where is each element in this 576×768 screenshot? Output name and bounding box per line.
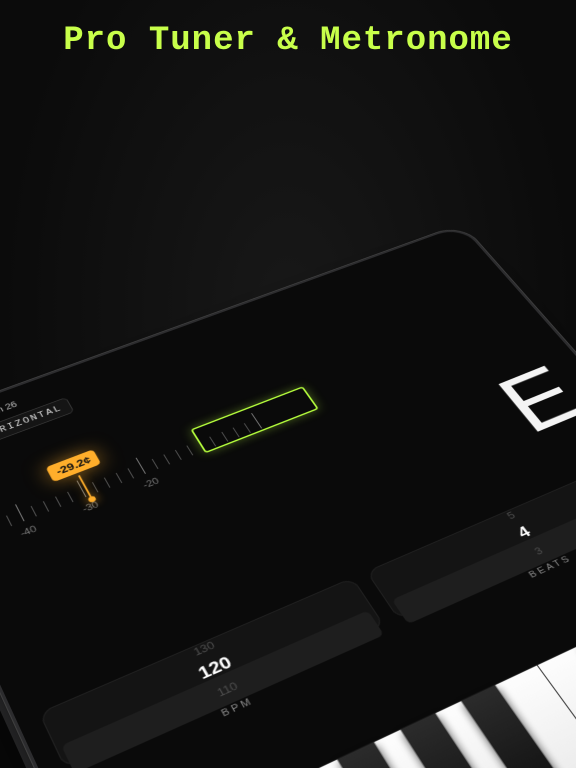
tuner-tick xyxy=(175,450,182,460)
tuner-target-zone xyxy=(191,386,319,453)
tuner-tick xyxy=(116,473,123,483)
tuner-cents-value: -29.2¢ xyxy=(46,449,101,482)
piano-white-key[interactable] xyxy=(478,665,576,768)
tuner-tick xyxy=(151,459,158,469)
piano-black-key[interactable]: A♭ xyxy=(400,713,521,768)
tuner-tick xyxy=(186,445,193,455)
bpm-option-above: 130 xyxy=(191,639,217,659)
tuner-indicator: -29.2¢ xyxy=(46,449,118,511)
beats-option-selected: 4 xyxy=(514,523,535,542)
tuner-tick xyxy=(163,454,170,464)
bpm-label: BPM xyxy=(69,633,396,768)
tuner-tick xyxy=(43,501,49,512)
piano-white-key[interactable] xyxy=(292,751,500,768)
bpm-picker[interactable]: 130 120 110 xyxy=(39,577,385,768)
piano-white-key[interactable] xyxy=(356,722,567,768)
bpm-option-below: 110 xyxy=(214,679,240,699)
beats-option-above: 5 xyxy=(504,509,517,521)
bpm-option-selected: 120 xyxy=(195,653,235,684)
tuner-tick xyxy=(31,506,37,517)
piano-black-key[interactable]: B♭ xyxy=(461,685,576,768)
piano-black-key[interactable]: G♭ xyxy=(338,742,458,768)
tuner-ruler[interactable]: -50-40-30-20-29.2¢ xyxy=(0,298,536,558)
tuner-tick xyxy=(136,458,146,474)
piano-white-key[interactable] xyxy=(418,693,576,768)
tuner-tick-label: -40 xyxy=(18,524,38,539)
piano-white-key[interactable] xyxy=(537,638,576,768)
page-title: Pro Tuner & Metronome xyxy=(0,22,576,60)
beats-picker[interactable]: 5 4 3 xyxy=(366,453,576,620)
tuner-tick xyxy=(55,496,61,507)
tuner-tick xyxy=(6,516,12,527)
tuner-tick xyxy=(128,468,135,478)
tuner-tick xyxy=(15,504,24,521)
tuner-tick-label: -20 xyxy=(141,476,161,490)
app-screen: 7:52 PM Wed Jan 26 STYLE: HORIZONTAL -50… xyxy=(0,226,576,768)
tablet-device-frame: 7:52 PM Wed Jan 26 STYLE: HORIZONTAL -50… xyxy=(0,223,576,768)
